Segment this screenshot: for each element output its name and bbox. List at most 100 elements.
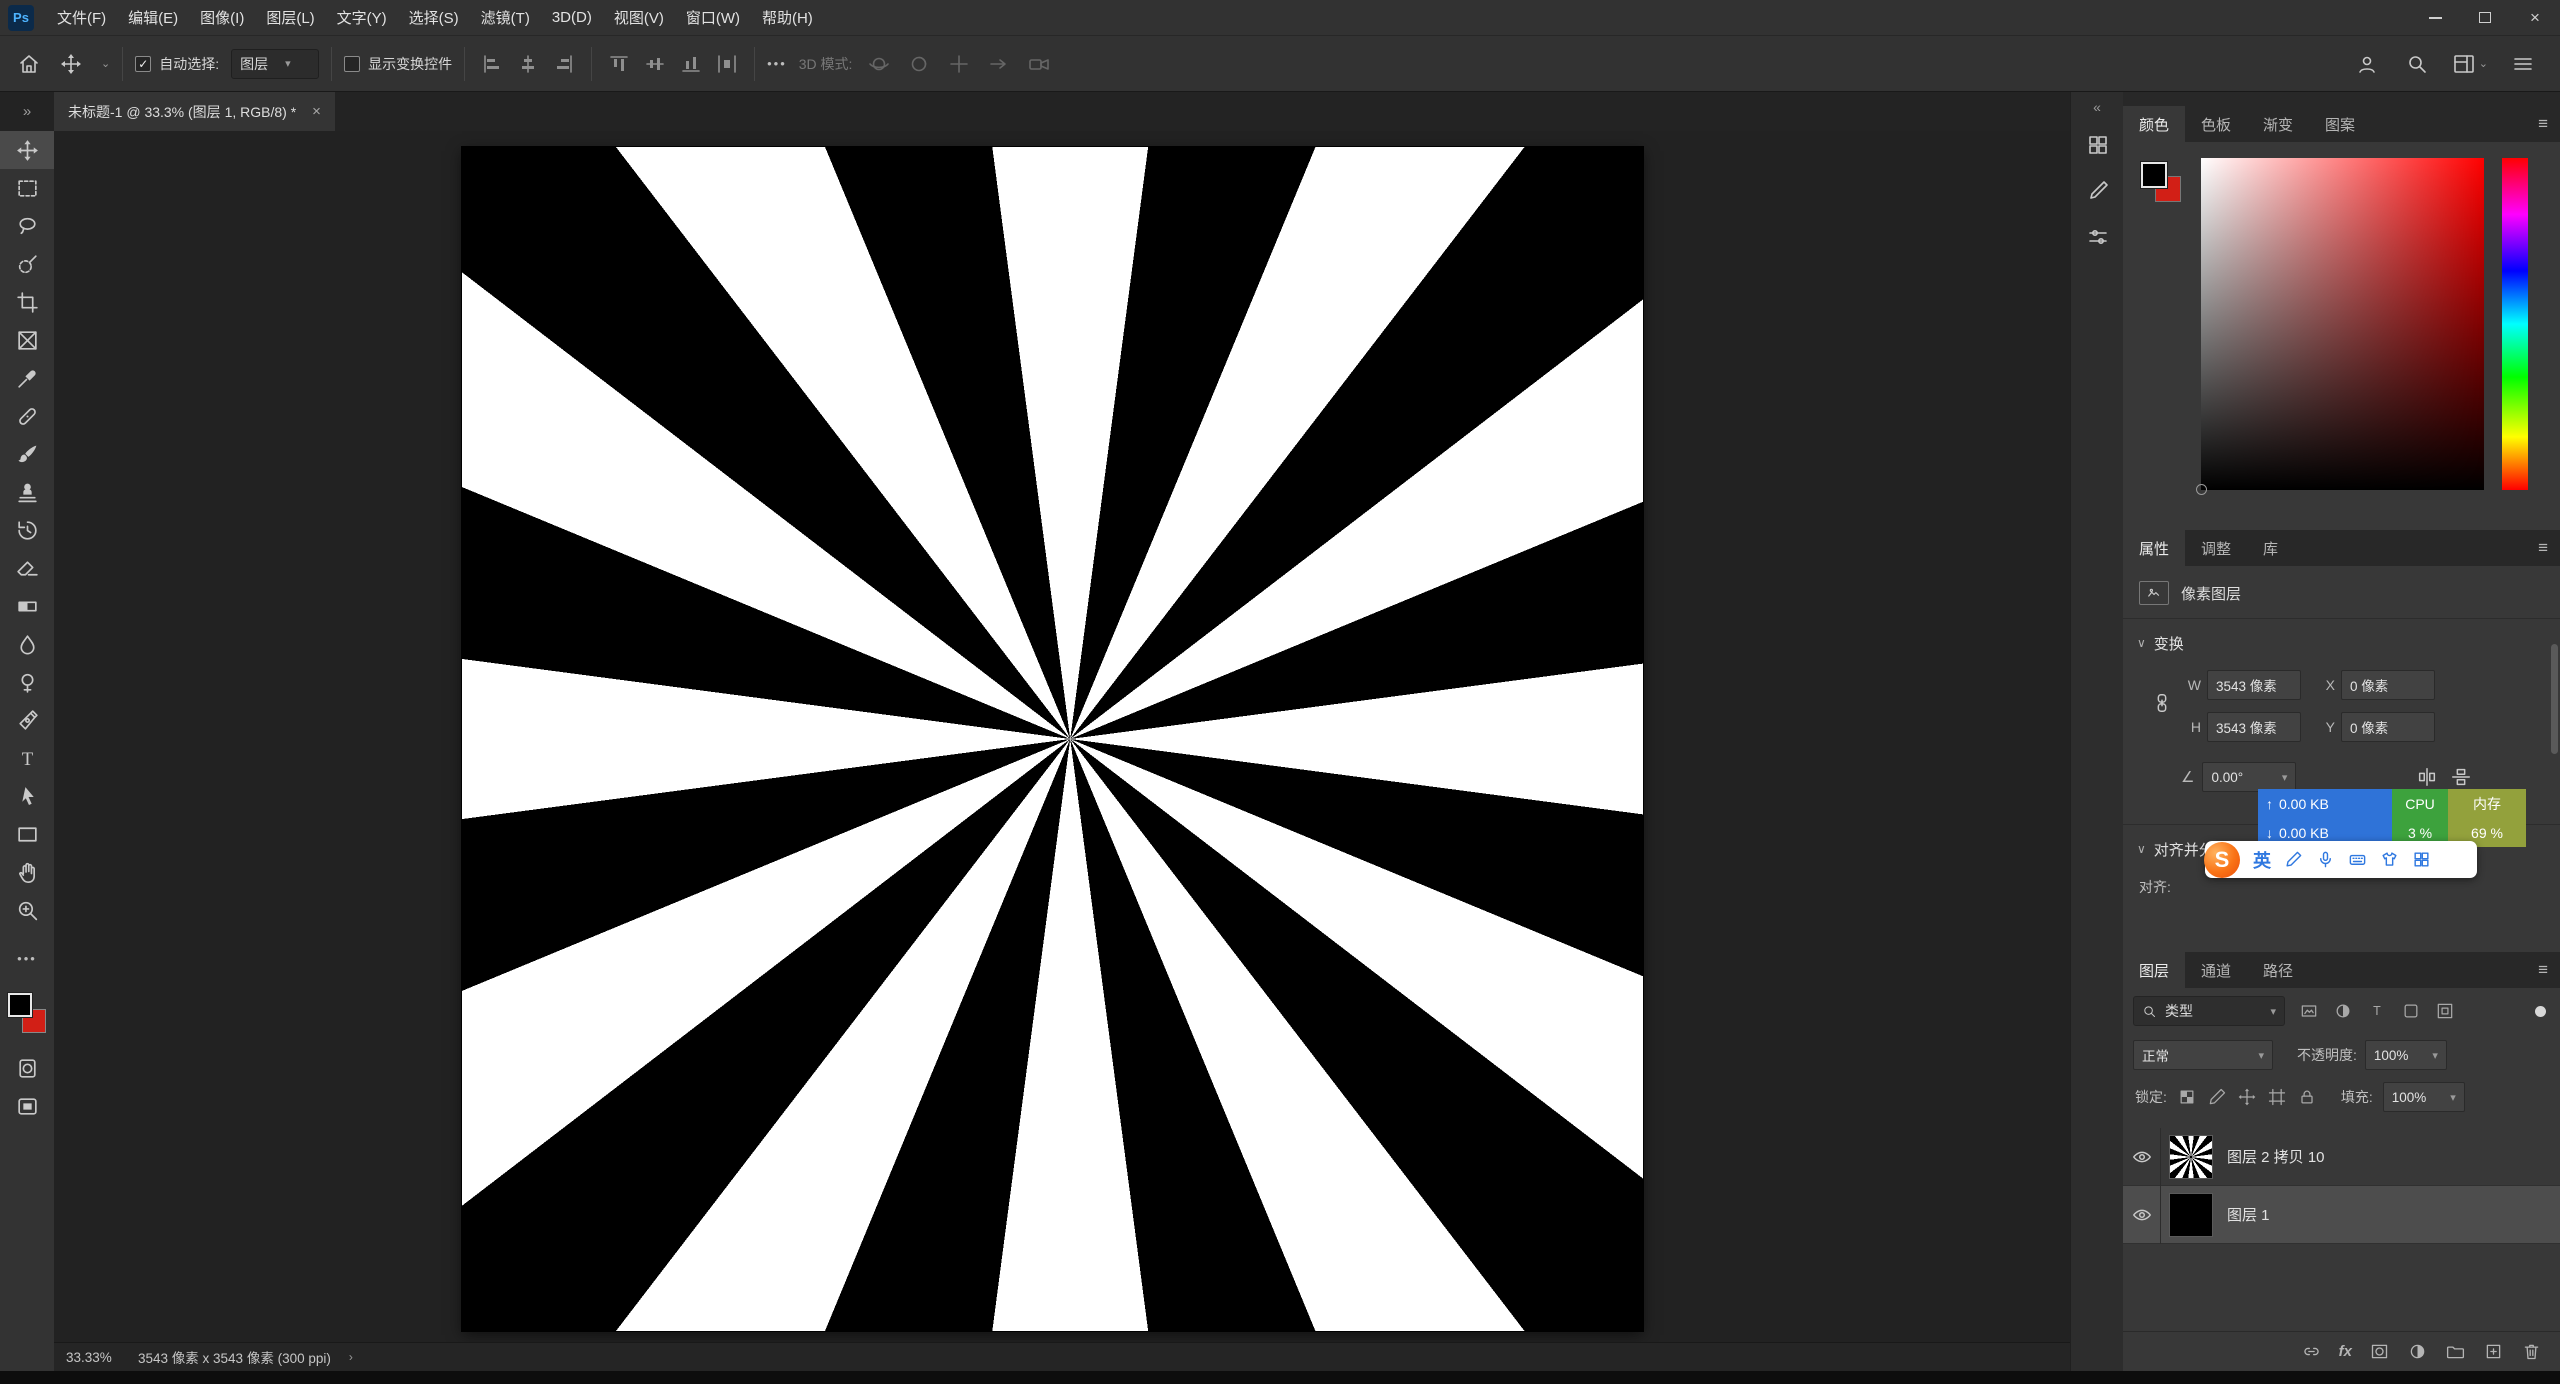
panel-options-button[interactable] — [2508, 49, 2538, 79]
spot-healing-brush-tool[interactable] — [0, 397, 54, 435]
workspace-switcher[interactable]: ⌄ — [2452, 52, 2488, 76]
tab-color[interactable]: 颜色 — [2123, 106, 2185, 142]
ime-keyboard-button[interactable] — [2348, 850, 2367, 869]
share-account-button[interactable] — [2352, 49, 2382, 79]
lock-all-button[interactable] — [2297, 1087, 2317, 1107]
link-layers-icon[interactable] — [2301, 1341, 2322, 1362]
frame-tool[interactable] — [0, 321, 54, 359]
layer-name[interactable]: 图层 2 拷贝 10 — [2227, 1146, 2325, 1167]
dock-expand-button[interactable]: « — [2071, 92, 2123, 122]
menu-item-file[interactable]: 文件(F) — [46, 0, 117, 36]
lasso-tool[interactable] — [0, 207, 54, 245]
layer-row-copy10[interactable]: 图层 2 拷贝 10 — [2123, 1128, 2560, 1186]
menu-item-type[interactable]: 文字(Y) — [326, 0, 398, 36]
rotation-angle-field[interactable]: 0.00° ▾ — [2202, 762, 2296, 792]
lock-artboard-button[interactable] — [2267, 1087, 2287, 1107]
search-button[interactable] — [2402, 49, 2432, 79]
type-tool[interactable]: T — [0, 739, 54, 777]
fill-field[interactable]: 100% ▾ — [2383, 1082, 2465, 1112]
width-field[interactable]: 3543 像素 — [2207, 670, 2301, 700]
sogou-logo-icon[interactable]: S — [2204, 842, 2240, 878]
move-tool[interactable] — [0, 131, 54, 169]
align-center-h-button[interactable] — [513, 49, 543, 79]
eyedropper-tool[interactable] — [0, 359, 54, 397]
history-brush-tool[interactable] — [0, 511, 54, 549]
tab-libraries[interactable]: 库 — [2247, 530, 2294, 566]
more-options-button[interactable]: ••• — [767, 56, 787, 71]
menu-item-help[interactable]: 帮助(H) — [751, 0, 824, 36]
3d-orbit-button[interactable] — [864, 49, 894, 79]
layer-name[interactable]: 图层 1 — [2227, 1204, 2270, 1225]
layers-panel-menu-icon[interactable]: ≡ — [2538, 960, 2548, 980]
filter-smart-objects-button[interactable] — [2435, 1001, 2455, 1021]
saturation-brightness-field[interactable] — [2201, 158, 2484, 490]
properties-panel-menu-icon[interactable]: ≡ — [2538, 538, 2548, 558]
transform-section-header[interactable]: ∨ 变换 — [2123, 628, 2560, 658]
3d-camera-button[interactable] — [1024, 49, 1054, 79]
auto-select-option[interactable]: ✓ 自动选择: — [135, 54, 219, 74]
blur-tool[interactable] — [0, 625, 54, 663]
ime-handwriting-button[interactable] — [2284, 850, 2303, 869]
tab-swatches[interactable]: 色板 — [2185, 106, 2247, 142]
new-group-icon[interactable] — [2445, 1341, 2466, 1362]
status-options-chevron-icon[interactable]: › — [349, 1350, 353, 1364]
collapsed-panel-brush-button[interactable] — [2071, 168, 2124, 214]
rectangle-tool[interactable] — [0, 815, 54, 853]
menu-item-image[interactable]: 图像(I) — [189, 0, 255, 36]
edit-toolbar-button[interactable]: ••• — [0, 939, 54, 977]
home-button[interactable] — [14, 49, 44, 79]
zoom-level-field[interactable]: 33.33% — [66, 1350, 138, 1365]
layer-visibility-toggle[interactable] — [2123, 1128, 2161, 1186]
ime-microphone-button[interactable] — [2316, 850, 2335, 869]
eraser-tool[interactable] — [0, 549, 54, 587]
layer-thumbnail-starburst[interactable] — [2169, 1135, 2213, 1179]
minimize-button[interactable] — [2410, 0, 2460, 36]
filter-type-layers-button[interactable]: T — [2367, 1001, 2387, 1021]
y-field[interactable]: 0 像素 — [2341, 712, 2435, 742]
path-selection-tool[interactable] — [0, 777, 54, 815]
blend-mode-dropdown[interactable]: 正常 ▾ — [2133, 1040, 2273, 1070]
pen-tool[interactable] — [0, 701, 54, 739]
document-canvas-starburst-image[interactable] — [462, 147, 1643, 1331]
document-tab-close-icon[interactable]: × — [312, 103, 321, 120]
zoom-tool[interactable] — [0, 891, 54, 929]
rectangular-marquee-tool[interactable] — [0, 169, 54, 207]
toolbar-expand-button[interactable]: » — [0, 92, 54, 131]
menu-item-filter[interactable]: 滤镜(T) — [470, 0, 541, 36]
close-button[interactable]: × — [2510, 0, 2560, 36]
filter-shape-layers-button[interactable] — [2401, 1001, 2421, 1021]
crop-tool[interactable] — [0, 283, 54, 321]
current-tool-button[interactable] — [56, 49, 86, 79]
color-field-cursor[interactable] — [2196, 484, 2207, 495]
tab-paths[interactable]: 路径 — [2247, 952, 2309, 988]
tab-adjustments[interactable]: 调整 — [2185, 530, 2247, 566]
align-bottom-button[interactable] — [676, 49, 706, 79]
quick-selection-tool[interactable] — [0, 245, 54, 283]
layer-filter-dropdown[interactable]: 类型 ▾ — [2133, 996, 2285, 1026]
auto-select-checkbox[interactable]: ✓ — [135, 56, 151, 72]
quick-mask-button[interactable] — [0, 1049, 54, 1087]
menu-item-window[interactable]: 窗口(W) — [675, 0, 751, 36]
show-transform-option[interactable]: 显示变换控件 — [344, 54, 452, 74]
layer-thumbnail-black[interactable] — [2169, 1193, 2213, 1237]
menu-item-3d[interactable]: 3D(D) — [541, 0, 603, 36]
tab-channels[interactable]: 通道 — [2185, 952, 2247, 988]
new-layer-icon[interactable] — [2483, 1341, 2504, 1362]
layer-filter-toggle[interactable] — [2535, 1006, 2546, 1017]
tab-patterns[interactable]: 图案 — [2309, 106, 2371, 142]
opacity-field[interactable]: 100% ▾ — [2365, 1040, 2447, 1070]
flip-vertical-icon[interactable] — [2450, 766, 2472, 788]
dodge-tool[interactable] — [0, 663, 54, 701]
flip-horizontal-icon[interactable] — [2416, 766, 2438, 788]
x-field[interactable]: 0 像素 — [2341, 670, 2435, 700]
filter-adjustment-layers-button[interactable] — [2333, 1001, 2353, 1021]
properties-scrollbar-thumb[interactable] — [2551, 644, 2558, 754]
ime-toolbox-button[interactable] — [2412, 850, 2431, 869]
layer-effects-button[interactable]: fx — [2339, 1343, 2352, 1360]
collapsed-panel-grid-button[interactable] — [2071, 122, 2124, 168]
maximize-button[interactable] — [2460, 0, 2510, 36]
hue-slider[interactable] — [2502, 158, 2528, 490]
menu-item-select[interactable]: 选择(S) — [398, 0, 470, 36]
document-tab[interactable]: 未标题-1 @ 33.3% (图层 1, RGB/8) * × — [54, 92, 335, 131]
ime-toolbar[interactable]: S 英 — [2205, 841, 2477, 878]
